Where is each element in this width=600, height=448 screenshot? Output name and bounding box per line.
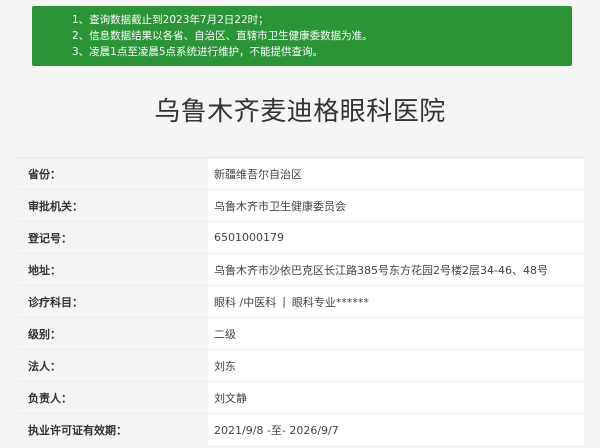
departments-primary: 眼科 /中医科 (214, 295, 277, 309)
info-row-license-validity: 执业许可证有效期： 2021/9/8 -至- 2026/9/7 (18, 414, 584, 445)
approval-authority-value: 乌鲁木齐市卫生健康委员会 (208, 190, 584, 221)
person-in-charge-value: 刘文静 (208, 382, 584, 413)
registration-number-value: 6501000179 (208, 222, 584, 253)
legal-person-label: 法人： (18, 350, 208, 381)
hospital-info-table: 省份： 新疆维吾尔自治区 审批机关： 乌鲁木齐市卫生健康委员会 登记号： 650… (18, 157, 584, 445)
departments-value: 眼科 /中医科 | 眼科专业****** (208, 286, 584, 317)
info-row-province: 省份： 新疆维吾尔自治区 (18, 157, 584, 190)
province-value: 新疆维吾尔自治区 (208, 158, 584, 189)
level-label: 级别： (18, 318, 208, 349)
address-value: 乌鲁木齐市沙依巴克区长江路385号东方花园2号楼2层34-46、48号 (208, 254, 584, 285)
info-row-approval-authority: 审批机关： 乌鲁木齐市卫生健康委员会 (18, 190, 584, 222)
notice-line-3: 3、凌晨1点至凌晨5点系统进行维护，不能提供查询。 (72, 46, 324, 58)
info-row-departments: 诊疗科目： 眼科 /中医科 | 眼科专业****** (18, 286, 584, 318)
approval-authority-label: 审批机关： (18, 190, 208, 221)
person-in-charge-label: 负责人： (18, 382, 208, 413)
license-validity-value: 2021/9/8 -至- 2026/9/7 (208, 414, 584, 445)
level-value: 二级 (208, 318, 584, 349)
info-row-legal-person: 法人： 刘东 (18, 350, 584, 382)
departments-specialty: 眼科专业****** (291, 295, 369, 309)
address-label: 地址： (18, 254, 208, 285)
info-row-person-in-charge: 负责人： 刘文静 (18, 382, 584, 414)
province-label: 省份： (18, 158, 208, 189)
legal-person-value: 刘东 (208, 350, 584, 381)
hospital-name: 乌鲁木齐麦迪格眼科医院 (154, 97, 446, 127)
departments-label: 诊疗科目： (18, 286, 208, 317)
notice-line-1: 1、查询数据截止到2023年7月2日22时； (72, 14, 269, 26)
registration-number-label: 登记号： (18, 222, 208, 253)
notice-line-2: 2、信息数据结果以各省、自治区、直辖市卫生健康委数据为准。 (72, 30, 373, 42)
info-row-level: 级别： 二级 (18, 318, 584, 350)
info-row-registration-number: 登记号： 6501000179 (18, 222, 584, 254)
departments-separator: | (282, 295, 286, 308)
info-row-address: 地址： 乌鲁木齐市沙依巴克区长江路385号东方花园2号楼2层34-46、48号 (18, 254, 584, 286)
license-validity-label: 执业许可证有效期： (18, 414, 208, 445)
notice-banner: 1、查询数据截止到2023年7月2日22时； 2、信息数据结果以各省、自治区、直… (32, 6, 572, 66)
